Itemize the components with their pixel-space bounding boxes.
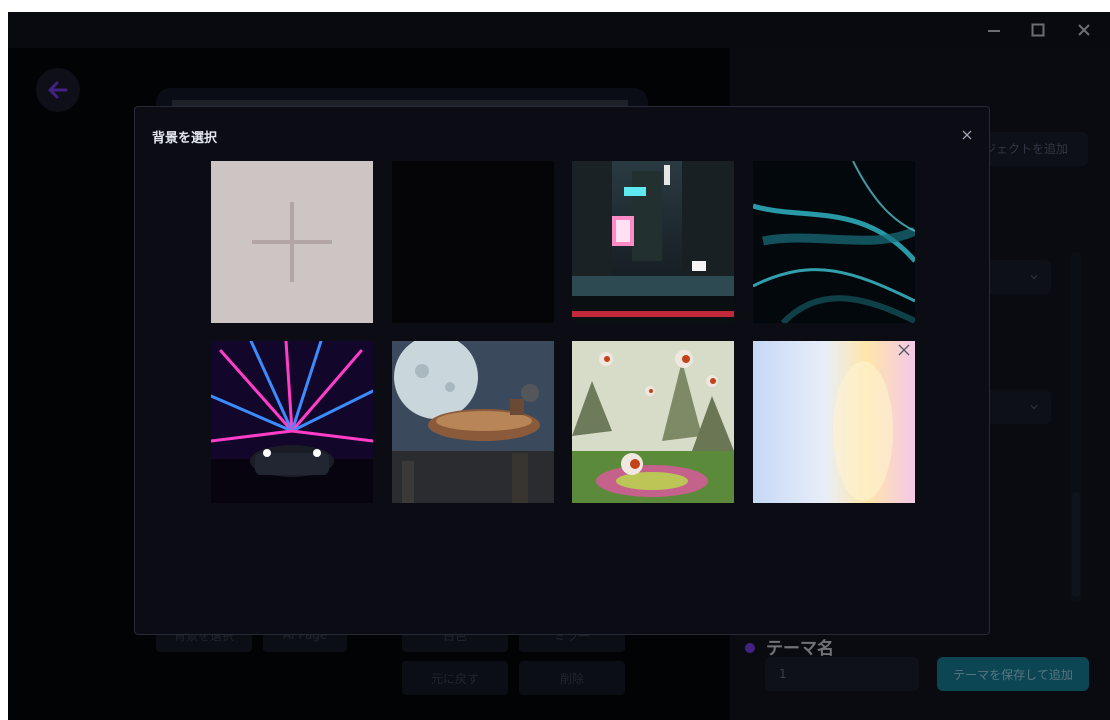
background-tile-neon-tunnel[interactable]	[211, 341, 373, 503]
background-tile-eyeball-landscape[interactable]	[572, 341, 734, 503]
dialog-close-button[interactable]	[959, 127, 975, 143]
background-tile-pastel-gradient[interactable]	[753, 341, 915, 503]
background-tile-black[interactable]	[392, 161, 554, 323]
plus-icon	[252, 202, 332, 282]
background-tile-cyberpunk-street[interactable]	[572, 161, 734, 323]
select-background-dialog: 背景を選択	[134, 106, 990, 635]
background-tile-moon-airship[interactable]	[392, 341, 554, 503]
background-tile-teal-abstract[interactable]	[753, 161, 915, 323]
close-icon	[898, 344, 910, 356]
add-background-tile[interactable]	[211, 161, 373, 323]
close-icon	[962, 130, 972, 140]
dialog-title: 背景を選択	[152, 131, 218, 146]
remove-background-button[interactable]	[897, 343, 911, 357]
